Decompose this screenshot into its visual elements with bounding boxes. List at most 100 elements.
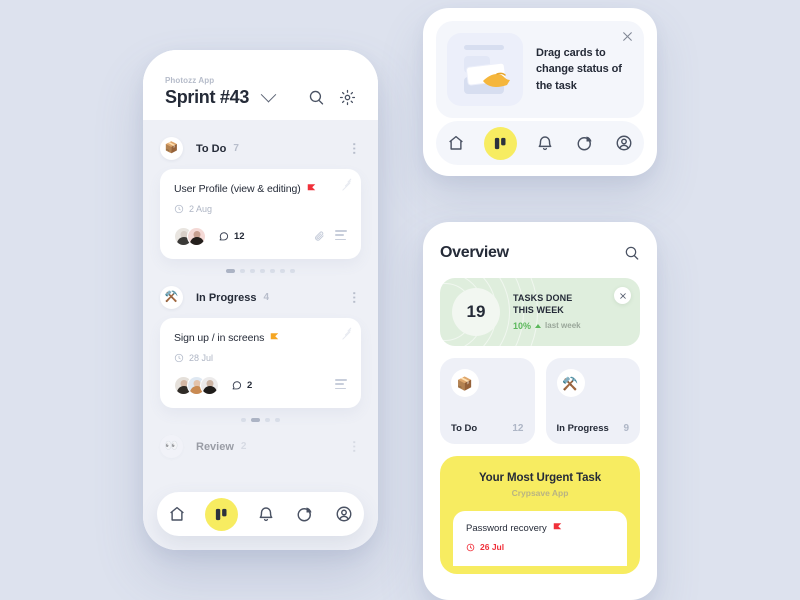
clock-icon	[174, 353, 184, 363]
tasks-done-stat-card: 19 TASKS DONE THIS WEEK 10% last week	[440, 278, 640, 346]
nav-board-icon[interactable]	[484, 126, 518, 160]
task-meta-icons	[335, 379, 347, 391]
tip-card: Drag cards to change status of the task	[436, 21, 644, 118]
nav-board-icon[interactable]	[204, 497, 238, 531]
task-card[interactable]: User Profile (view & editing) 2 Aug 12	[160, 169, 361, 259]
card-pagination-todo[interactable]	[160, 259, 361, 277]
task-due-date: 28 Jul	[174, 353, 347, 363]
priority-flag-icon	[553, 523, 562, 534]
paperclip-icon[interactable]	[314, 231, 325, 242]
status-card-label: To Do	[451, 423, 478, 434]
task-footer: 2	[174, 376, 347, 395]
tip-panel: Drag cards to change status of the task	[423, 8, 657, 176]
nav-home-icon[interactable]	[445, 132, 467, 154]
resize-grip-icon	[341, 327, 352, 340]
nav-bell-icon[interactable]	[534, 132, 556, 154]
comment-count-group[interactable]: 2	[231, 380, 252, 391]
eyes-icon: 👀	[160, 435, 183, 458]
close-icon[interactable]	[614, 287, 631, 304]
card-pagination-inprogress[interactable]	[160, 408, 361, 426]
nav-pie-chart-icon[interactable]	[294, 503, 316, 525]
status-card-todo[interactable]: 📦 To Do 12	[440, 358, 535, 444]
nav-home-icon[interactable]	[166, 503, 188, 525]
assignee-avatars[interactable]	[174, 376, 219, 395]
comment-icon	[218, 231, 229, 242]
task-due-date: 2 Aug	[174, 204, 347, 214]
stat-trend-row: 10% last week	[513, 321, 581, 331]
column-header-review[interactable]: 👀 Review 2 ⋯	[143, 426, 378, 467]
nav-pie-chart-icon[interactable]	[574, 132, 596, 154]
pagination-dot[interactable]	[275, 418, 280, 422]
tip-bottom-navigation	[436, 121, 644, 165]
gear-icon[interactable]	[339, 89, 356, 106]
urgent-task-card: Your Most Urgent Task Crypsave App Passw…	[440, 456, 640, 574]
priority-flag-icon	[307, 183, 316, 195]
assignee-avatars[interactable]	[174, 227, 206, 246]
nav-bell-icon[interactable]	[255, 503, 277, 525]
pagination-dot[interactable]	[265, 418, 270, 422]
status-card-footer: In Progress 9	[557, 423, 630, 434]
drag-card-illustration-icon	[447, 33, 523, 106]
tools-icon: ⚒️	[160, 286, 183, 309]
lines-icon	[335, 230, 347, 242]
column-title: Review	[196, 440, 234, 453]
task-date-text: 28 Jul	[189, 353, 214, 363]
status-card-inprogress[interactable]: ⚒️ In Progress 9	[545, 358, 640, 444]
trend-up-icon	[535, 323, 542, 328]
lines-icon	[335, 379, 347, 391]
pagination-dot[interactable]	[290, 269, 295, 273]
overview-header: Overview	[440, 244, 640, 262]
chevron-down-icon[interactable]	[260, 86, 277, 103]
clock-icon	[466, 543, 475, 552]
bottom-navigation	[157, 492, 364, 536]
close-icon[interactable]	[621, 30, 634, 43]
nav-profile-icon[interactable]	[613, 132, 635, 154]
tip-text: Drag cards to change status of the task	[536, 47, 622, 92]
pagination-dot[interactable]	[251, 418, 260, 422]
pagination-dot[interactable]	[226, 269, 235, 273]
column-title: In Progress	[196, 291, 257, 304]
task-list-todo: User Profile (view & editing) 2 Aug 12	[143, 169, 378, 277]
more-vertical-icon[interactable]: ⋯	[347, 440, 362, 453]
search-icon[interactable]	[624, 245, 640, 261]
stat-label-line1: TASKS DONE	[513, 293, 573, 304]
next-card-peek	[371, 328, 378, 412]
overview-title: Overview	[440, 244, 509, 261]
next-card-peek	[371, 179, 378, 263]
task-meta-icons	[314, 230, 347, 242]
column-header-inprogress[interactable]: ⚒️ In Progress 4 ⋯	[143, 277, 378, 318]
nav-profile-icon[interactable]	[333, 503, 355, 525]
column-header-todo[interactable]: 📦 To Do 7 ⋯	[143, 128, 378, 169]
stat-period: last week	[545, 321, 581, 331]
pagination-dot[interactable]	[241, 418, 246, 422]
search-icon[interactable]	[308, 89, 325, 106]
task-card[interactable]: Sign up / in screens 28 Jul 2	[160, 318, 361, 408]
column-count: 7	[233, 143, 239, 154]
task-date-text: 2 Aug	[189, 204, 213, 214]
task-title-row: User Profile (view & editing)	[174, 183, 347, 195]
status-card-count: 12	[512, 423, 524, 434]
pagination-dot[interactable]	[260, 269, 265, 273]
comment-count-group[interactable]: 12	[218, 231, 245, 242]
task-title-row: Sign up / in screens	[174, 332, 347, 344]
pagination-dot[interactable]	[240, 269, 245, 273]
pagination-dot[interactable]	[270, 269, 275, 273]
screen: Photozz App Sprint #43 📦 To Do 7 ⋯ User …	[0, 0, 800, 600]
more-vertical-icon[interactable]: ⋯	[347, 291, 362, 304]
status-card-count: 9	[623, 423, 629, 434]
column-count: 4	[263, 292, 270, 303]
sprint-row: Sprint #43	[165, 86, 356, 108]
pagination-dot[interactable]	[280, 269, 285, 273]
pagination-dot[interactable]	[250, 269, 255, 273]
kanban-board: 📦 To Do 7 ⋯ User Profile (view & editing…	[143, 120, 378, 550]
phone-board-screen: Photozz App Sprint #43 📦 To Do 7 ⋯ User …	[143, 50, 378, 550]
box-icon: 📦	[160, 137, 183, 160]
overview-panel: Overview 19 TASKS DONE THIS WEEK 10% las…	[423, 222, 657, 600]
stat-label-line2: THIS WEEK	[513, 305, 564, 315]
urgent-task-date-text: 26 Jul	[480, 542, 505, 552]
more-vertical-icon[interactable]: ⋯	[347, 142, 362, 155]
priority-flag-icon	[270, 332, 279, 344]
comment-icon	[231, 380, 242, 391]
task-list-inprogress: Sign up / in screens 28 Jul 2	[143, 318, 378, 426]
urgent-task-inner-card[interactable]: Password recovery 26 Jul	[453, 511, 627, 566]
